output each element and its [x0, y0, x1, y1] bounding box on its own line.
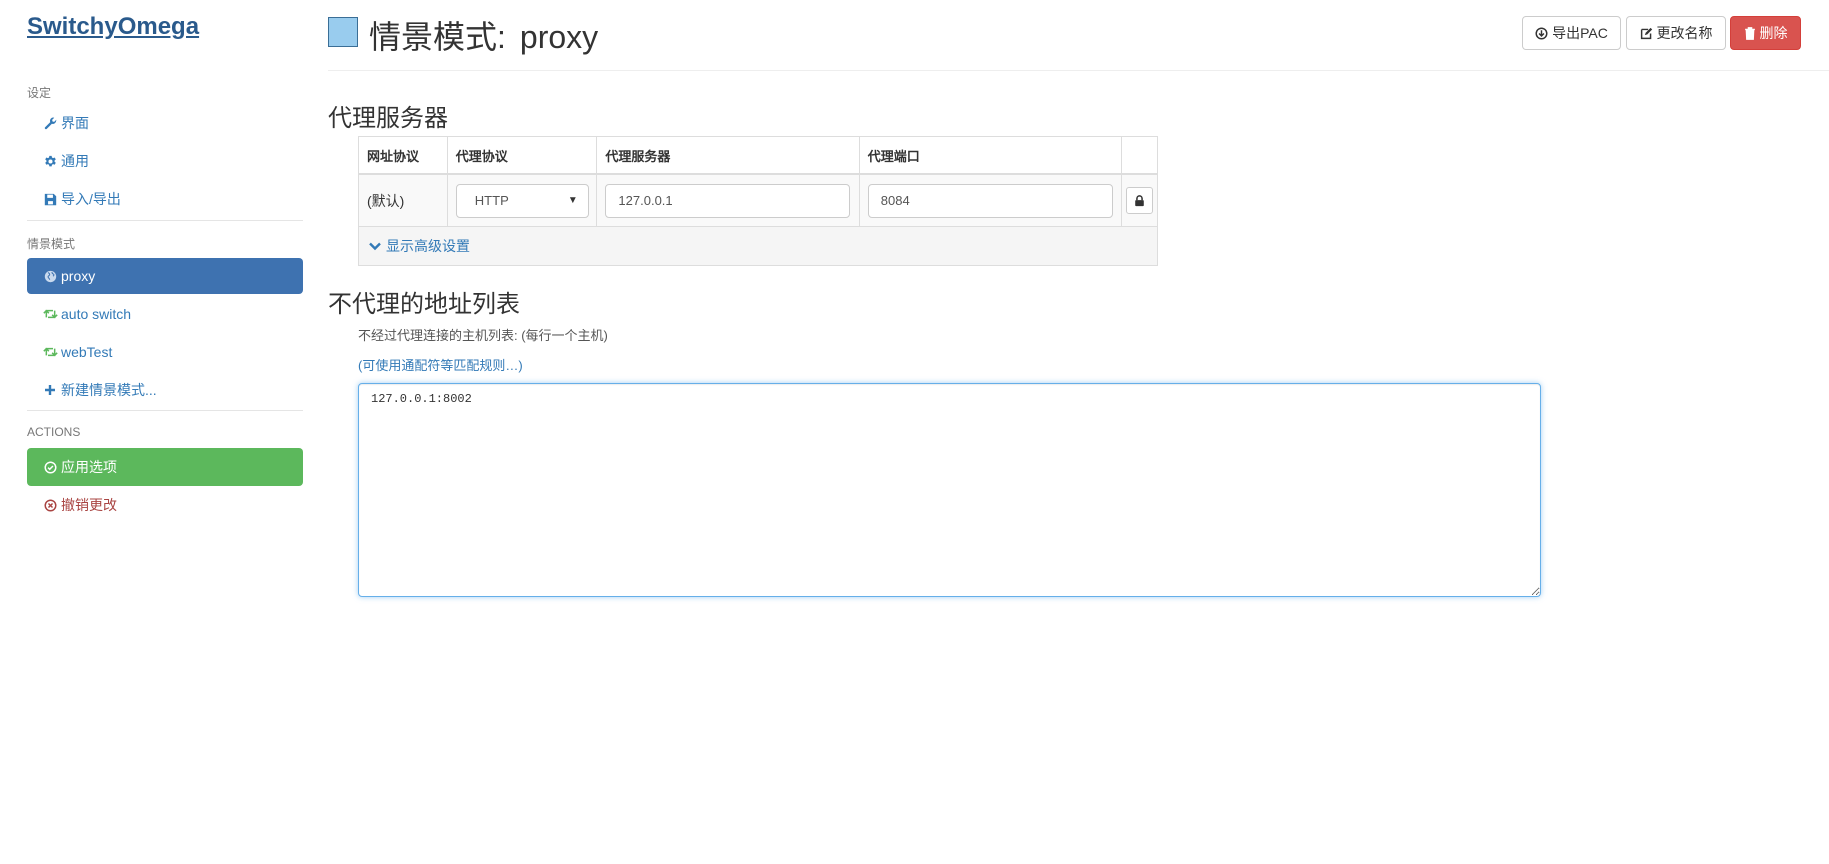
cancel-circle-icon — [42, 498, 58, 512]
table-header-row: 网址协议 代理协议 代理服务器 代理端口 — [359, 137, 1157, 175]
show-advanced-link[interactable]: 显示高级设置 — [359, 227, 470, 265]
server-input[interactable] — [605, 183, 851, 218]
sidebar-item-label: webTest — [61, 344, 113, 360]
rename-button[interactable]: 更改名称 — [1626, 16, 1726, 50]
bypass-list-title: 不代理的地址列表 — [328, 291, 520, 318]
delete-button[interactable]: 删除 — [1730, 16, 1801, 50]
edit-icon — [1640, 27, 1653, 40]
sidebar-item-label: auto switch — [61, 306, 132, 322]
sidebar-item-label: 导入/导出 — [61, 191, 121, 207]
server-cell — [597, 175, 860, 226]
globe-icon — [42, 270, 58, 283]
new-profile-button[interactable]: 新建情景模式... — [27, 372, 303, 408]
trash-icon — [1744, 26, 1756, 40]
bypass-help-text: 不经过代理连接的主机列表: (每行一个主机) — [358, 328, 608, 343]
column-header-protocol: 代理协议 — [448, 137, 598, 173]
discard-changes-label: 撤销更改 — [61, 497, 117, 513]
export-pac-label: 导出PAC — [1552, 25, 1608, 41]
sidebar-item-import-export[interactable]: 导入/导出 — [27, 181, 303, 217]
sidebar-item-proxy[interactable]: proxy — [27, 258, 303, 294]
sidebar-item-auto-switch[interactable]: auto switch — [27, 296, 303, 332]
sidebar-item-label: 通用 — [61, 153, 89, 169]
sidebar-item-interface[interactable]: 界面 — [27, 105, 303, 141]
plus-icon — [42, 384, 58, 396]
discard-changes-button[interactable]: 撤销更改 — [27, 487, 303, 523]
page-title-prefix: 情景模式: — [369, 19, 506, 55]
scheme-cell: (默认) — [359, 175, 448, 226]
save-icon — [42, 193, 58, 206]
sidebar: SwitchyOmega 设定 界面 通用 导入/导出 情景模式 proxy a… — [27, 0, 303, 864]
header-divider — [328, 70, 1829, 71]
wildcard-rules-link[interactable]: (可使用通配符等匹配规则…) — [358, 355, 523, 374]
actions-header: ACTIONS — [27, 425, 81, 439]
auth-lock-button[interactable] — [1126, 187, 1154, 214]
delete-label: 删除 — [1759, 25, 1788, 41]
protocol-select-value: HTTP — [474, 193, 509, 208]
download-circle-icon — [1535, 26, 1548, 40]
sidebar-divider — [27, 410, 303, 411]
show-advanced-label: 显示高级设置 — [386, 238, 470, 254]
protocol-select[interactable]: HTTP ▼ — [455, 183, 589, 218]
gear-icon — [42, 155, 58, 168]
column-header-server: 代理服务器 — [597, 137, 860, 173]
retweet-icon — [42, 308, 58, 320]
brand-logo-link[interactable]: SwitchyOmega — [27, 13, 199, 41]
apply-options-label: 应用选项 — [61, 459, 117, 475]
profile-name: proxy — [519, 19, 599, 55]
export-pac-button[interactable]: 导出PAC — [1522, 16, 1621, 50]
chevron-down-icon — [369, 242, 381, 251]
auth-cell — [1122, 175, 1157, 226]
lock-icon — [1134, 194, 1145, 207]
rename-label: 更改名称 — [1656, 25, 1713, 41]
retweet-icon — [42, 346, 58, 358]
profiles-header: 情景模式 — [27, 237, 76, 251]
column-header-scheme: 网址协议 — [359, 137, 448, 173]
proxy-servers-title: 代理服务器 — [328, 105, 448, 132]
sidebar-item-label: 界面 — [61, 115, 89, 131]
wrench-icon — [42, 117, 58, 130]
port-cell — [860, 175, 1123, 226]
new-profile-label: 新建情景模式... — [61, 382, 157, 398]
column-header-port: 代理端口 — [860, 137, 1123, 173]
profile-color-swatch[interactable] — [328, 17, 358, 47]
caret-down-icon: ▼ — [567, 195, 578, 206]
settings-header: 设定 — [27, 86, 52, 100]
sidebar-item-webtest[interactable]: webTest — [27, 334, 303, 370]
column-header-actions — [1122, 137, 1157, 173]
port-input[interactable] — [867, 183, 1113, 218]
sidebar-item-label: proxy — [61, 268, 96, 284]
page-title: 情景模式: proxy — [369, 12, 598, 58]
check-circle-icon — [42, 460, 58, 474]
sidebar-divider — [27, 220, 303, 221]
protocol-cell: HTTP ▼ — [448, 175, 598, 226]
proxy-servers-table: 网址协议 代理协议 代理服务器 代理端口 (默认) HTTP ▼ 127.0.0… — [358, 136, 1158, 266]
apply-options-button[interactable]: 应用选项 — [27, 448, 303, 486]
table-row: (默认) HTTP ▼ — [359, 175, 1157, 227]
bypass-list-textarea[interactable]: 127.0.0.1:8002 — [358, 383, 1541, 597]
table-footer-row: 显示高级设置 — [359, 227, 1157, 265]
sidebar-item-general[interactable]: 通用 — [27, 143, 303, 179]
